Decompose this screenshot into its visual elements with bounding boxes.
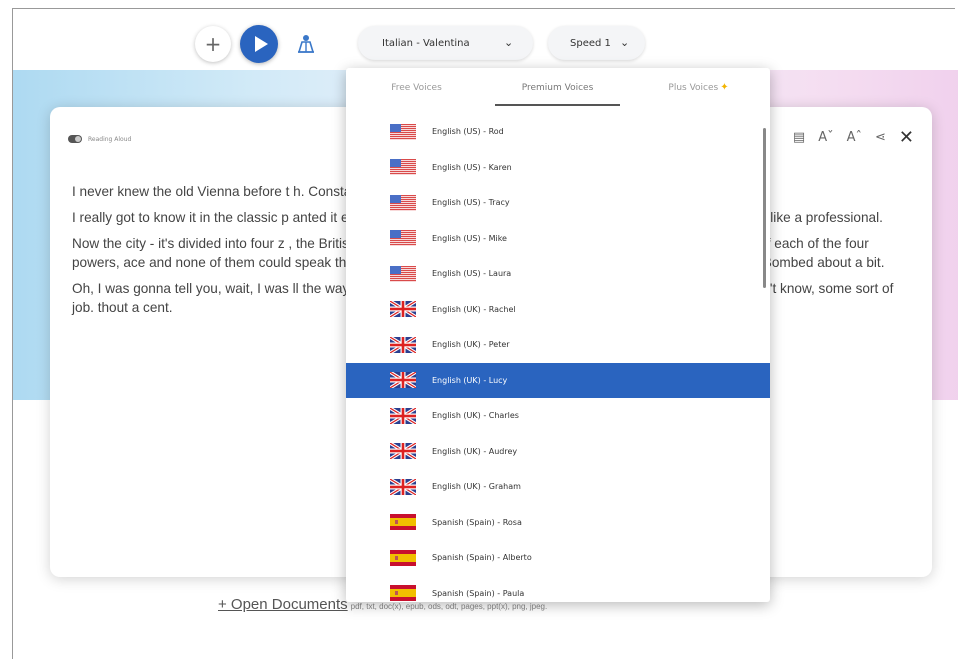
- us-flag-icon: [390, 265, 416, 282]
- voice-select[interactable]: Italian - Valentina ⌄: [358, 26, 533, 60]
- voice-option-label: Spanish (Spain) - Alberto: [432, 553, 532, 563]
- chevron-down-icon: ⌄: [620, 36, 630, 49]
- tab-premium-voices[interactable]: Premium Voices: [487, 68, 628, 110]
- tab-label: Plus Voices: [668, 83, 719, 93]
- speed-select-value: Speed 1: [570, 37, 611, 49]
- voice-option[interactable]: English (US) - Karen: [346, 150, 770, 186]
- play-button[interactable]: [240, 25, 278, 63]
- us-flag-icon: [390, 159, 416, 176]
- toggle-switch-icon: [68, 135, 82, 143]
- font-increase-icon[interactable]: Aˆ: [847, 130, 862, 145]
- voice-option-label: English (UK) - Graham: [432, 482, 521, 492]
- font-decrease-icon[interactable]: Aˇ: [818, 130, 833, 145]
- voice-option[interactable]: English (UK) - Audrey: [346, 434, 770, 470]
- voice-list-scrollbar[interactable]: [763, 128, 766, 288]
- tab-plus-voices[interactable]: Plus Voices ✦: [628, 68, 769, 110]
- speed-select[interactable]: Speed 1 ⌄: [548, 26, 645, 60]
- close-icon[interactable]: ✕: [899, 127, 914, 148]
- tab-free-voices[interactable]: Free Voices: [346, 68, 487, 110]
- star-icon: ✦: [720, 82, 729, 93]
- chevron-down-icon: ⌄: [504, 36, 514, 49]
- uk-flag-icon: [390, 336, 416, 353]
- person-settings-icon[interactable]: [294, 32, 318, 56]
- voice-option[interactable]: English (UK) - Graham: [346, 469, 770, 505]
- voice-option-label: English (US) - Karen: [432, 162, 512, 172]
- open-documents-link[interactable]: + Open Documents: [218, 596, 348, 613]
- voice-option-label: Spanish (Spain) - Rosa: [432, 517, 522, 527]
- spain-flag-icon: [390, 585, 416, 602]
- voice-option[interactable]: English (UK) - Charles: [346, 398, 770, 434]
- reading-toggle[interactable]: Reading Aloud: [68, 135, 131, 143]
- voice-option-label: English (US) - Laura: [432, 269, 512, 279]
- uk-flag-icon: [390, 372, 416, 389]
- top-toolbar: + Italian - Valentina ⌄ Speed 1 ⌄: [0, 0, 958, 70]
- add-button[interactable]: +: [195, 26, 231, 62]
- voice-tabs: Free Voices Premium Voices Plus Voices ✦: [346, 68, 770, 110]
- voice-option-label: English (UK) - Peter: [432, 340, 510, 350]
- us-flag-icon: [390, 123, 416, 140]
- voice-option-label: English (UK) - Audrey: [432, 446, 518, 456]
- voice-option-label: Spanish (Spain) - Paula: [432, 588, 525, 598]
- voice-option[interactable]: English (US) - Rod: [346, 114, 770, 150]
- voice-option[interactable]: Spanish (Spain) - Paula: [346, 576, 770, 603]
- reader-tools: ▤ Aˇ Aˆ ⋖ ✕: [793, 127, 914, 148]
- voice-option-label: English (UK) - Rachel: [432, 304, 516, 314]
- spain-flag-icon: [390, 549, 416, 566]
- voice-option-label: English (US) - Tracy: [432, 198, 510, 208]
- voice-select-value: Italian - Valentina: [382, 37, 470, 49]
- reading-toggle-label: Reading Aloud: [88, 135, 132, 143]
- voice-option-label: English (UK) - Charles: [432, 411, 519, 421]
- voice-option[interactable]: English (UK) - Lucy: [346, 362, 770, 398]
- voice-option[interactable]: English (US) - Laura: [346, 256, 770, 292]
- uk-flag-icon: [390, 478, 416, 495]
- voice-option[interactable]: Spanish (Spain) - Rosa: [346, 505, 770, 541]
- uk-flag-icon: [390, 301, 416, 318]
- voice-option-label: English (UK) - Lucy: [432, 375, 508, 385]
- voice-option[interactable]: Spanish (Spain) - Alberto: [346, 540, 770, 576]
- us-flag-icon: [390, 194, 416, 211]
- supported-formats: pdf, txt, doc(x), epub, ods, odt, pages,…: [350, 602, 548, 611]
- spain-flag-icon: [390, 514, 416, 531]
- voice-option[interactable]: English (UK) - Rachel: [346, 292, 770, 328]
- document-icon[interactable]: ▤: [793, 130, 805, 145]
- share-icon[interactable]: ⋖: [875, 130, 886, 145]
- voice-option[interactable]: English (UK) - Peter: [346, 327, 770, 363]
- plus-icon: +: [204, 32, 222, 56]
- us-flag-icon: [390, 230, 416, 247]
- voice-option-label: English (US) - Mike: [432, 233, 507, 243]
- tab-label: Free Voices: [391, 83, 442, 93]
- voice-list: English (US) - Rod English (US) - Karen En…: [346, 114, 770, 602]
- voice-option[interactable]: English (US) - Tracy: [346, 185, 770, 221]
- uk-flag-icon: [390, 443, 416, 460]
- play-icon: [254, 36, 268, 52]
- voice-option-label: English (US) - Rod: [432, 127, 504, 137]
- voice-dropdown: Free Voices Premium Voices Plus Voices ✦ …: [346, 68, 770, 602]
- uk-flag-icon: [390, 407, 416, 424]
- tab-label: Premium Voices: [521, 83, 594, 93]
- voice-option[interactable]: English (US) - Mike: [346, 221, 770, 257]
